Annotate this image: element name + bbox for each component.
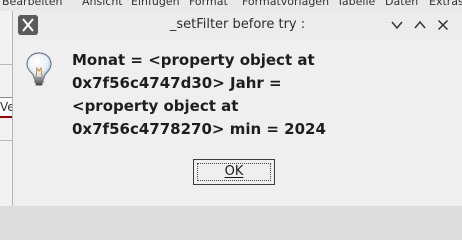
background-divider bbox=[0, 140, 12, 141]
chevron-up-icon bbox=[414, 20, 426, 29]
menu-item-daten[interactable]: Daten bbox=[385, 0, 418, 8]
dialog-message: Monat = <property object at 0x7f56c4747d… bbox=[72, 51, 326, 138]
background-menubar: Bearbeiten Ansicht Einfügen Format Forma… bbox=[0, 0, 462, 11]
menu-item-bearbeiten[interactable]: Bearbeiten bbox=[2, 0, 62, 8]
menu-item-extras[interactable]: Extras bbox=[429, 0, 462, 8]
menu-item-einfuegen[interactable]: Einfügen bbox=[131, 0, 180, 8]
menu-item-tabelle[interactable]: Tabelle bbox=[337, 0, 375, 8]
maximize-button[interactable] bbox=[410, 15, 430, 35]
chevron-down-icon bbox=[391, 21, 403, 30]
screen: Bearbeiten Ansicht Einfügen Format Forma… bbox=[0, 0, 462, 206]
menu-item-ansicht[interactable]: Ansicht bbox=[82, 0, 123, 8]
close-icon bbox=[437, 19, 449, 31]
info-lightbulb-icon bbox=[25, 51, 53, 87]
close-button[interactable] bbox=[433, 15, 453, 35]
ok-button[interactable]: OK bbox=[193, 159, 275, 185]
menu-item-formatvorlagen[interactable]: Formatvorlagen bbox=[242, 0, 329, 8]
dialog-titlebar[interactable]: _setFilter before try : bbox=[13, 11, 462, 39]
app-icon[interactable] bbox=[18, 15, 38, 35]
background-input-field[interactable]: Ve bbox=[0, 97, 12, 118]
menu-item-format[interactable]: Format bbox=[189, 0, 228, 8]
message-dialog: _setFilter before try : Monat = <propert… bbox=[12, 11, 462, 206]
minimize-button[interactable] bbox=[387, 15, 407, 35]
focus-indicator bbox=[197, 163, 271, 181]
background-divider bbox=[0, 64, 12, 65]
background-field-text: Ve bbox=[0, 100, 12, 114]
